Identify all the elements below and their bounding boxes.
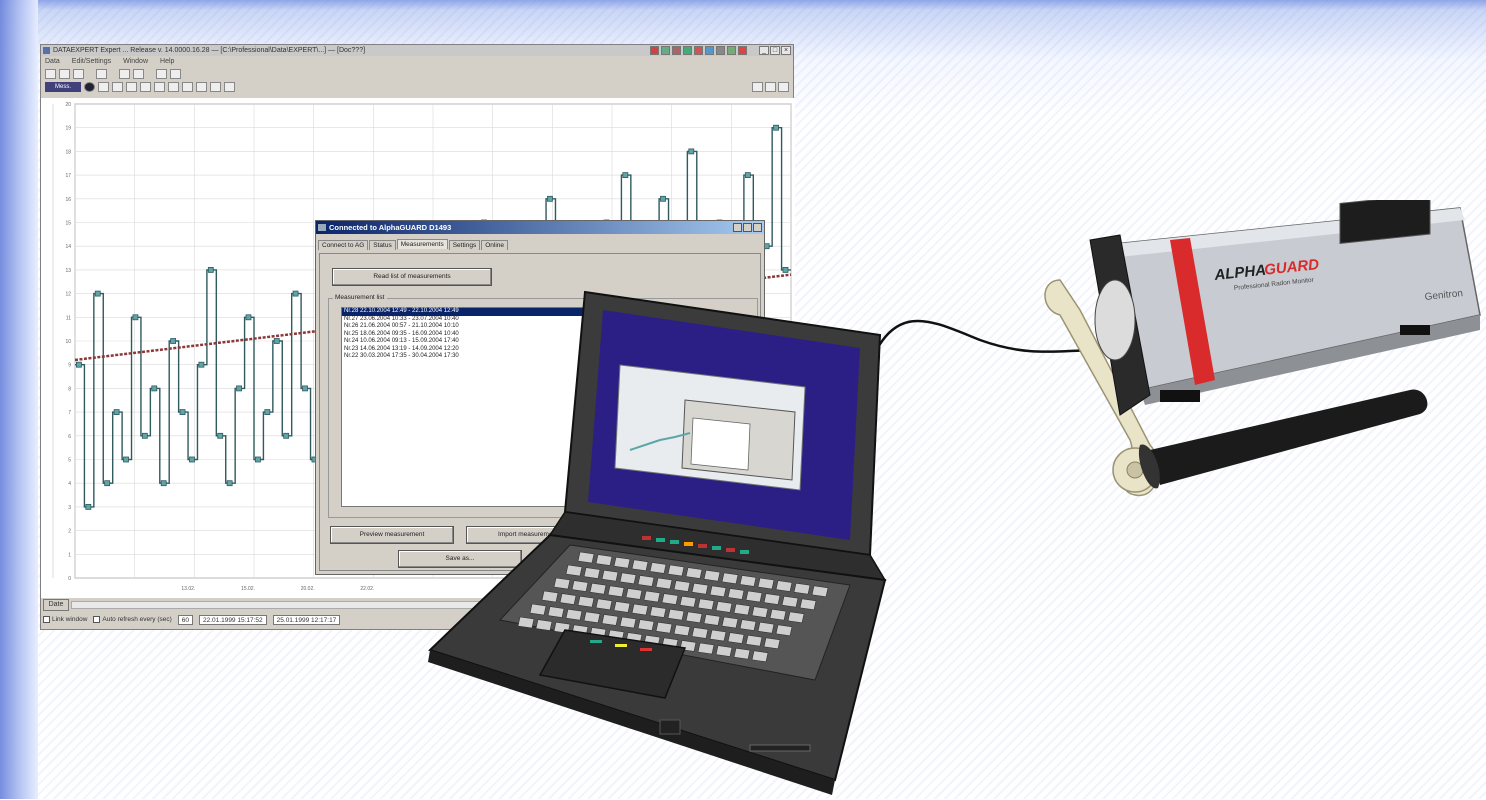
key [673,580,691,592]
key [655,577,673,590]
key [703,569,721,582]
key [757,577,775,590]
key [637,619,655,631]
key [727,588,745,600]
key [721,572,739,585]
key [787,611,805,624]
key [649,562,667,574]
laptop-illustration [428,290,887,795]
key [655,621,673,634]
key [649,606,667,618]
key [589,582,607,595]
key [535,619,553,631]
key [541,590,559,603]
key [811,585,829,598]
key [697,598,715,611]
key [727,632,745,644]
key [715,601,733,613]
key [691,582,709,595]
key [775,580,793,592]
key [715,645,733,657]
key [775,624,793,637]
key [619,616,637,629]
key [517,616,535,629]
key [799,598,817,611]
key [565,564,583,577]
key [697,642,715,655]
key [709,629,727,642]
key [661,593,679,605]
key [757,621,775,634]
key [577,551,595,564]
key [643,590,661,603]
key [769,608,787,621]
key [559,593,577,605]
key [607,585,625,598]
key [631,603,649,616]
key [571,580,589,592]
key [733,603,751,616]
alphaguard-device: ALPHA GUARD Professional Radon Monitor G… [1044,200,1481,496]
key [601,569,619,582]
key [625,588,643,600]
key [601,614,619,626]
key [565,608,583,621]
key [763,637,781,650]
key [595,554,613,566]
key [595,598,613,611]
key [793,582,811,595]
key [583,611,601,624]
key [733,647,751,660]
key [637,575,655,587]
key [763,593,781,605]
key [739,619,757,631]
key [613,556,631,569]
key [685,567,703,579]
key [709,585,727,598]
key [529,603,547,616]
key [553,577,571,590]
key [679,595,697,608]
key [577,595,595,608]
key [631,559,649,572]
key [781,595,799,608]
key [745,590,763,603]
key [619,572,637,585]
key [745,634,763,647]
key [547,606,565,618]
key [583,567,601,579]
key [751,606,769,618]
key [685,611,703,624]
key [613,601,631,613]
key [691,627,709,639]
key [667,608,685,621]
key [667,564,685,577]
key [739,575,757,587]
key [673,624,691,637]
key [703,614,721,626]
key [751,650,769,663]
key [721,616,739,629]
